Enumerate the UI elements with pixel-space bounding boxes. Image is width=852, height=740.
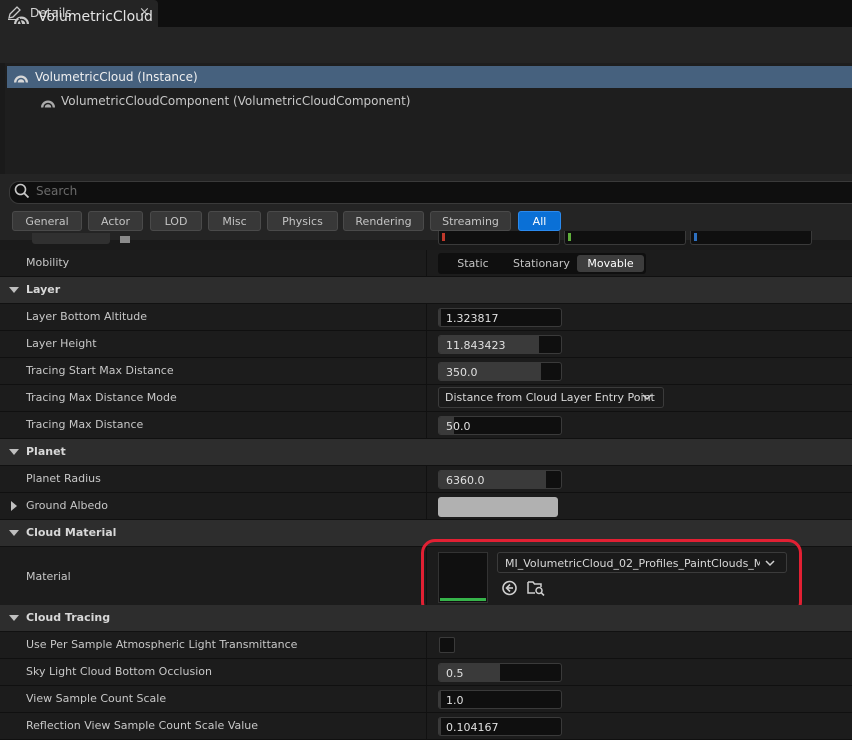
scale-y-field[interactable]	[564, 231, 686, 245]
property-label: Layer Height	[26, 337, 97, 350]
actor-header	[0, 27, 852, 63]
property-row-layer-height: Layer Height	[0, 331, 852, 358]
filter-all[interactable]: All	[518, 211, 561, 231]
column-splitter[interactable]	[426, 385, 427, 411]
value-slider-fill	[439, 309, 442, 326]
search-input[interactable]	[36, 182, 736, 200]
field-value: 50.0	[446, 420, 471, 433]
property-label: Mobility	[26, 256, 70, 269]
ground-albedo-color-swatch[interactable]	[438, 497, 558, 517]
column-splitter[interactable]	[426, 713, 427, 739]
category-title: Planet	[26, 445, 66, 458]
scale-dropdown[interactable]	[32, 233, 110, 244]
property-row-tracing-start-max-distance: Tracing Start Max Distance	[0, 358, 852, 385]
property-row-layer-bottom-altitude: Layer Bottom Altitude	[0, 304, 852, 331]
field-value: 0.104167	[446, 721, 499, 734]
tree-item-label: VolumetricCloud (Instance)	[35, 70, 198, 84]
filter-rendering[interactable]: Rendering	[343, 211, 424, 231]
field-value: 350.0	[446, 366, 478, 379]
expand-arrow-icon[interactable]	[11, 501, 17, 511]
property-label: Use Per Sample Atmospheric Light Transmi…	[26, 638, 298, 651]
property-label: Sky Light Cloud Bottom Occlusion	[26, 665, 212, 678]
collapse-arrow-icon[interactable]	[9, 287, 19, 293]
lock-icon[interactable]	[119, 232, 131, 243]
column-splitter[interactable]	[426, 358, 427, 384]
column-splitter[interactable]	[426, 466, 427, 492]
category-title: Cloud Material	[26, 526, 117, 539]
filter-misc[interactable]: Misc	[208, 211, 261, 231]
property-row-planet-radius: Planet Radius	[0, 466, 852, 493]
tracing-start-max-distance-field[interactable]: 350.0	[438, 362, 562, 381]
property-row-use-per-sample: Use Per Sample Atmospheric Light Transmi…	[0, 632, 852, 659]
property-label: Tracing Max Distance Mode	[26, 391, 177, 404]
scale-z-field[interactable]	[690, 231, 812, 245]
property-label: Planet Radius	[26, 472, 101, 485]
scale-x-field[interactable]	[438, 231, 560, 245]
sky-light-occlusion-field[interactable]: 0.5	[438, 663, 562, 682]
field-value: 1.323817	[446, 312, 499, 325]
property-row-sky-light-occlusion: Sky Light Cloud Bottom Occlusion	[0, 659, 852, 686]
filter-actor[interactable]: Actor	[88, 211, 143, 231]
cloud-icon	[14, 75, 28, 83]
column-splitter[interactable]	[426, 412, 427, 438]
filter-general[interactable]: General	[12, 211, 82, 231]
cloud-icon	[14, 16, 29, 25]
tree-item-label[interactable]: VolumetricCloudComponent (VolumetricClou…	[61, 94, 410, 108]
collapse-arrow-icon[interactable]	[9, 449, 19, 455]
property-label: Tracing Start Max Distance	[26, 364, 174, 377]
filter-streaming[interactable]: Streaming	[430, 211, 511, 231]
mobility-movable-button[interactable]: Movable	[577, 255, 644, 272]
property-row-ground-albedo: Ground Albedo	[0, 493, 852, 520]
tracing-max-distance-field[interactable]: 50.0	[438, 416, 562, 435]
property-label: Layer Bottom Altitude	[26, 310, 147, 323]
category-cloud-tracing[interactable]: Cloud Tracing	[0, 605, 852, 632]
column-splitter[interactable]	[426, 250, 427, 276]
property-label: Reflection View Sample Count Scale Value	[26, 719, 259, 732]
property-label: View Sample Count Scale	[26, 692, 167, 705]
column-splitter[interactable]	[426, 632, 427, 658]
use-per-sample-checkbox[interactable]	[439, 637, 455, 653]
chevron-down-icon	[642, 394, 652, 401]
mobility-static-button[interactable]: Static	[440, 255, 506, 272]
value-slider-fill	[439, 691, 442, 708]
filter-lod[interactable]: LOD	[150, 211, 202, 231]
column-splitter[interactable]	[426, 331, 427, 357]
category-layer[interactable]: Layer	[0, 277, 852, 304]
column-splitter[interactable]	[426, 304, 427, 330]
planet-radius-field[interactable]: 6360.0	[438, 470, 562, 489]
column-splitter[interactable]	[426, 493, 427, 519]
field-value: 11.843423	[446, 339, 506, 352]
mobility-stationary-button[interactable]: Stationary	[508, 255, 575, 272]
filter-physics[interactable]: Physics	[267, 211, 338, 231]
actor-title: VolumetricCloud	[38, 9, 153, 25]
column-splitter[interactable]	[426, 659, 427, 685]
cloud-icon	[41, 100, 55, 108]
property-label: Material	[26, 570, 71, 583]
collapse-arrow-icon[interactable]	[9, 615, 19, 621]
layer-bottom-altitude-field[interactable]: 1.323817	[438, 308, 562, 327]
category-title: Cloud Tracing	[26, 611, 111, 624]
property-row-view-sample-count-scale: View Sample Count Scale	[0, 686, 852, 713]
property-label: Tracing Max Distance	[26, 418, 144, 431]
property-label: Ground Albedo	[26, 499, 109, 512]
mobility-segmented-control: Static Stationary Movable	[438, 253, 646, 274]
property-row-tracing-max-distance-mode: Tracing Max Distance Mode	[0, 385, 852, 412]
property-row-mobility: Mobility	[0, 250, 852, 277]
collapse-arrow-icon[interactable]	[9, 530, 19, 536]
category-title: Layer	[26, 283, 61, 296]
dropdown-value: Distance from Cloud Layer Entry Point	[445, 391, 655, 404]
search-icon	[14, 183, 30, 199]
category-planet[interactable]: Planet	[0, 439, 852, 466]
property-row-tracing-max-distance: Tracing Max Distance	[0, 412, 852, 439]
field-value: 6360.0	[446, 474, 485, 487]
field-value: 1.0	[446, 694, 464, 707]
field-value: 0.5	[446, 667, 464, 680]
view-sample-count-scale-field[interactable]: 1.0	[438, 690, 562, 709]
layer-height-field[interactable]: 11.843423	[438, 335, 562, 354]
column-splitter[interactable]	[426, 686, 427, 712]
